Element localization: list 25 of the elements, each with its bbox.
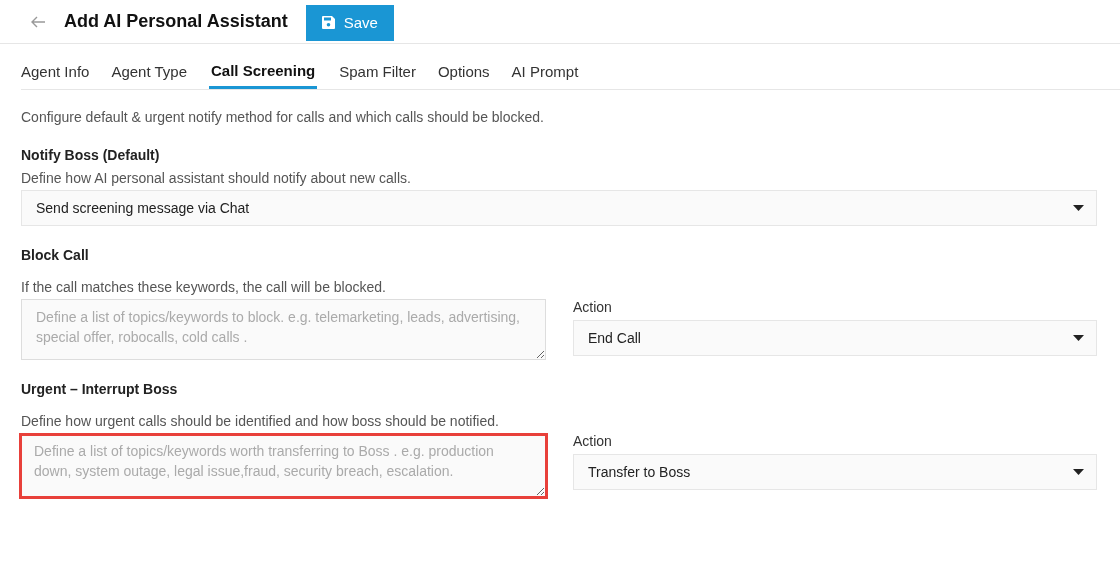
page-title: Add AI Personal Assistant: [64, 11, 288, 32]
dropdown[interactable]: End Call: [573, 320, 1097, 356]
caret-icon: [1073, 335, 1084, 341]
section-subtitle: Define how AI personal assistant should notify about new calls.: [21, 170, 412, 186]
tab[interactable]: AI Prompt: [511, 44, 579, 89]
field-label: Action: [573, 299, 613, 315]
description-text: Configure default & urgent notify method for calls and which calls should be blocked.: [21, 109, 545, 125]
section-subtitle: Define how urgent calls should be identified and how boss should be notified.: [21, 413, 500, 429]
tab[interactable]: Call Screening: [209, 44, 318, 89]
tab[interactable]: Agent Info: [21, 44, 90, 89]
caret-icon: [1073, 469, 1084, 475]
back-arrow-icon[interactable]: [30, 15, 46, 28]
highlighted-text-area[interactable]: Define a list of topics/keywords worth transferring to Boss . e.g. production down, system outage, legal issue,fraud, security breach, escalation.: [19, 433, 548, 499]
field-label: Action: [573, 433, 613, 449]
dropdown[interactable]: Transfer to Boss: [573, 454, 1097, 490]
tab[interactable]: Spam Filter: [339, 44, 416, 89]
section-title: Urgent – Interrupt Boss: [21, 381, 179, 397]
caret-icon: [1073, 205, 1084, 211]
section-title: Block Call: [21, 247, 90, 263]
tab[interactable]: Agent Type: [111, 44, 187, 89]
section-title: Notify Boss (Default): [21, 147, 161, 163]
section-subtitle: If the call matches these keywords, the call will be blocked.: [21, 279, 387, 295]
tab[interactable]: Options: [437, 44, 490, 89]
dropdown[interactable]: Send screening message via Chat: [21, 190, 1097, 226]
text-area[interactable]: Define a list of topics/keywords to block. e.g. telemarketing, leads, advertising, special offer, robocalls, cold calls .: [21, 299, 546, 360]
